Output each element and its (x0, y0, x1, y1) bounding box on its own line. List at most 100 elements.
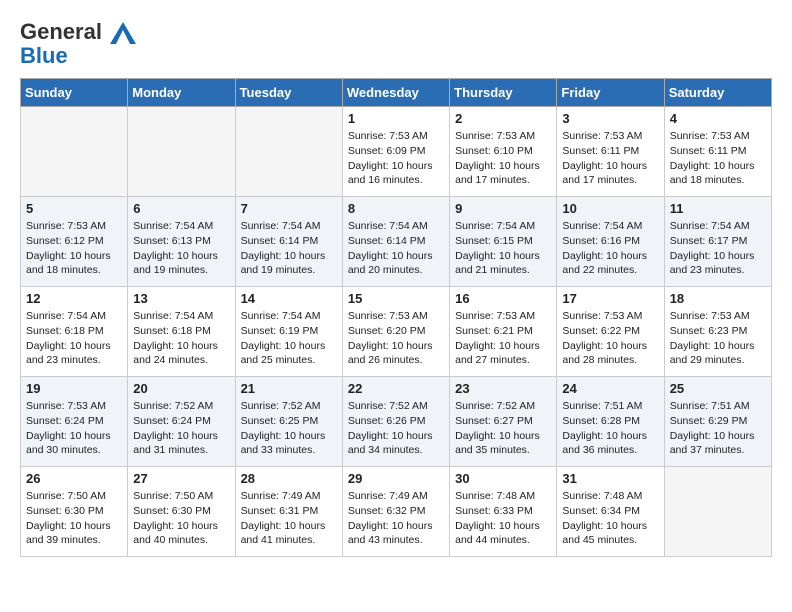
day-number: 5 (26, 201, 122, 216)
day-info: Sunrise: 7:53 AMSunset: 6:21 PMDaylight:… (455, 309, 551, 368)
calendar-cell: 20 Sunrise: 7:52 AMSunset: 6:24 PMDaylig… (128, 377, 235, 467)
day-info: Sunrise: 7:52 AMSunset: 6:27 PMDaylight:… (455, 399, 551, 458)
day-number: 23 (455, 381, 551, 396)
day-number: 18 (670, 291, 766, 306)
week-row-3: 19 Sunrise: 7:53 AMSunset: 6:24 PMDaylig… (21, 377, 772, 467)
day-number: 15 (348, 291, 444, 306)
week-row-1: 5 Sunrise: 7:53 AMSunset: 6:12 PMDayligh… (21, 197, 772, 287)
calendar-cell: 24 Sunrise: 7:51 AMSunset: 6:28 PMDaylig… (557, 377, 664, 467)
calendar-cell: 16 Sunrise: 7:53 AMSunset: 6:21 PMDaylig… (450, 287, 557, 377)
calendar-cell: 7 Sunrise: 7:54 AMSunset: 6:14 PMDayligh… (235, 197, 342, 287)
day-number: 13 (133, 291, 229, 306)
calendar-cell: 6 Sunrise: 7:54 AMSunset: 6:13 PMDayligh… (128, 197, 235, 287)
calendar-cell (235, 107, 342, 197)
calendar-cell: 23 Sunrise: 7:52 AMSunset: 6:27 PMDaylig… (450, 377, 557, 467)
calendar-cell: 31 Sunrise: 7:48 AMSunset: 6:34 PMDaylig… (557, 467, 664, 557)
calendar-cell: 18 Sunrise: 7:53 AMSunset: 6:23 PMDaylig… (664, 287, 771, 377)
day-number: 6 (133, 201, 229, 216)
calendar-cell: 27 Sunrise: 7:50 AMSunset: 6:30 PMDaylig… (128, 467, 235, 557)
calendar-cell: 11 Sunrise: 7:54 AMSunset: 6:17 PMDaylig… (664, 197, 771, 287)
day-number: 8 (348, 201, 444, 216)
day-info: Sunrise: 7:54 AMSunset: 6:13 PMDaylight:… (133, 219, 229, 278)
day-info: Sunrise: 7:52 AMSunset: 6:26 PMDaylight:… (348, 399, 444, 458)
header-tuesday: Tuesday (235, 79, 342, 107)
day-number: 22 (348, 381, 444, 396)
header-wednesday: Wednesday (342, 79, 449, 107)
header-thursday: Thursday (450, 79, 557, 107)
header-friday: Friday (557, 79, 664, 107)
calendar-cell: 8 Sunrise: 7:54 AMSunset: 6:14 PMDayligh… (342, 197, 449, 287)
calendar-cell (128, 107, 235, 197)
day-info: Sunrise: 7:49 AMSunset: 6:32 PMDaylight:… (348, 489, 444, 548)
calendar-cell: 1 Sunrise: 7:53 AMSunset: 6:09 PMDayligh… (342, 107, 449, 197)
day-info: Sunrise: 7:53 AMSunset: 6:12 PMDaylight:… (26, 219, 122, 278)
day-info: Sunrise: 7:53 AMSunset: 6:11 PMDaylight:… (562, 129, 658, 188)
calendar-cell: 28 Sunrise: 7:49 AMSunset: 6:31 PMDaylig… (235, 467, 342, 557)
day-number: 27 (133, 471, 229, 486)
calendar-cell: 25 Sunrise: 7:51 AMSunset: 6:29 PMDaylig… (664, 377, 771, 467)
day-number: 31 (562, 471, 658, 486)
day-info: Sunrise: 7:53 AMSunset: 6:11 PMDaylight:… (670, 129, 766, 188)
calendar-cell: 15 Sunrise: 7:53 AMSunset: 6:20 PMDaylig… (342, 287, 449, 377)
day-number: 17 (562, 291, 658, 306)
calendar-cell: 3 Sunrise: 7:53 AMSunset: 6:11 PMDayligh… (557, 107, 664, 197)
logo: General Blue (20, 20, 136, 68)
header-sunday: Sunday (21, 79, 128, 107)
day-info: Sunrise: 7:54 AMSunset: 6:14 PMDaylight:… (348, 219, 444, 278)
logo-text: General (20, 20, 136, 44)
day-number: 28 (241, 471, 337, 486)
day-number: 4 (670, 111, 766, 126)
calendar-cell: 19 Sunrise: 7:53 AMSunset: 6:24 PMDaylig… (21, 377, 128, 467)
day-info: Sunrise: 7:54 AMSunset: 6:14 PMDaylight:… (241, 219, 337, 278)
week-row-2: 12 Sunrise: 7:54 AMSunset: 6:18 PMDaylig… (21, 287, 772, 377)
calendar-cell: 2 Sunrise: 7:53 AMSunset: 6:10 PMDayligh… (450, 107, 557, 197)
calendar-cell: 4 Sunrise: 7:53 AMSunset: 6:11 PMDayligh… (664, 107, 771, 197)
calendar-cell: 26 Sunrise: 7:50 AMSunset: 6:30 PMDaylig… (21, 467, 128, 557)
day-number: 9 (455, 201, 551, 216)
day-info: Sunrise: 7:54 AMSunset: 6:19 PMDaylight:… (241, 309, 337, 368)
day-info: Sunrise: 7:52 AMSunset: 6:24 PMDaylight:… (133, 399, 229, 458)
day-info: Sunrise: 7:49 AMSunset: 6:31 PMDaylight:… (241, 489, 337, 548)
day-number: 10 (562, 201, 658, 216)
calendar-cell (664, 467, 771, 557)
calendar-cell: 12 Sunrise: 7:54 AMSunset: 6:18 PMDaylig… (21, 287, 128, 377)
day-info: Sunrise: 7:54 AMSunset: 6:16 PMDaylight:… (562, 219, 658, 278)
calendar-cell: 9 Sunrise: 7:54 AMSunset: 6:15 PMDayligh… (450, 197, 557, 287)
day-number: 20 (133, 381, 229, 396)
calendar-cell: 10 Sunrise: 7:54 AMSunset: 6:16 PMDaylig… (557, 197, 664, 287)
day-info: Sunrise: 7:53 AMSunset: 6:09 PMDaylight:… (348, 129, 444, 188)
calendar-cell: 29 Sunrise: 7:49 AMSunset: 6:32 PMDaylig… (342, 467, 449, 557)
day-number: 1 (348, 111, 444, 126)
day-number: 25 (670, 381, 766, 396)
day-number: 2 (455, 111, 551, 126)
day-info: Sunrise: 7:48 AMSunset: 6:34 PMDaylight:… (562, 489, 658, 548)
calendar-cell: 22 Sunrise: 7:52 AMSunset: 6:26 PMDaylig… (342, 377, 449, 467)
day-number: 11 (670, 201, 766, 216)
calendar-table: SundayMondayTuesdayWednesdayThursdayFrid… (20, 78, 772, 557)
day-number: 3 (562, 111, 658, 126)
day-info: Sunrise: 7:53 AMSunset: 6:23 PMDaylight:… (670, 309, 766, 368)
calendar-cell: 30 Sunrise: 7:48 AMSunset: 6:33 PMDaylig… (450, 467, 557, 557)
calendar-cell (21, 107, 128, 197)
day-number: 19 (26, 381, 122, 396)
day-number: 26 (26, 471, 122, 486)
calendar-cell: 17 Sunrise: 7:53 AMSunset: 6:22 PMDaylig… (557, 287, 664, 377)
day-info: Sunrise: 7:53 AMSunset: 6:10 PMDaylight:… (455, 129, 551, 188)
day-info: Sunrise: 7:48 AMSunset: 6:33 PMDaylight:… (455, 489, 551, 548)
day-info: Sunrise: 7:51 AMSunset: 6:29 PMDaylight:… (670, 399, 766, 458)
day-info: Sunrise: 7:53 AMSunset: 6:24 PMDaylight:… (26, 399, 122, 458)
logo-icon (110, 22, 136, 44)
day-info: Sunrise: 7:54 AMSunset: 6:15 PMDaylight:… (455, 219, 551, 278)
day-info: Sunrise: 7:54 AMSunset: 6:17 PMDaylight:… (670, 219, 766, 278)
page-header: General Blue (20, 20, 772, 68)
calendar-cell: 21 Sunrise: 7:52 AMSunset: 6:25 PMDaylig… (235, 377, 342, 467)
header-row: SundayMondayTuesdayWednesdayThursdayFrid… (21, 79, 772, 107)
day-info: Sunrise: 7:53 AMSunset: 6:20 PMDaylight:… (348, 309, 444, 368)
day-info: Sunrise: 7:53 AMSunset: 6:22 PMDaylight:… (562, 309, 658, 368)
week-row-0: 1 Sunrise: 7:53 AMSunset: 6:09 PMDayligh… (21, 107, 772, 197)
day-number: 21 (241, 381, 337, 396)
day-number: 29 (348, 471, 444, 486)
header-saturday: Saturday (664, 79, 771, 107)
day-number: 30 (455, 471, 551, 486)
header-monday: Monday (128, 79, 235, 107)
